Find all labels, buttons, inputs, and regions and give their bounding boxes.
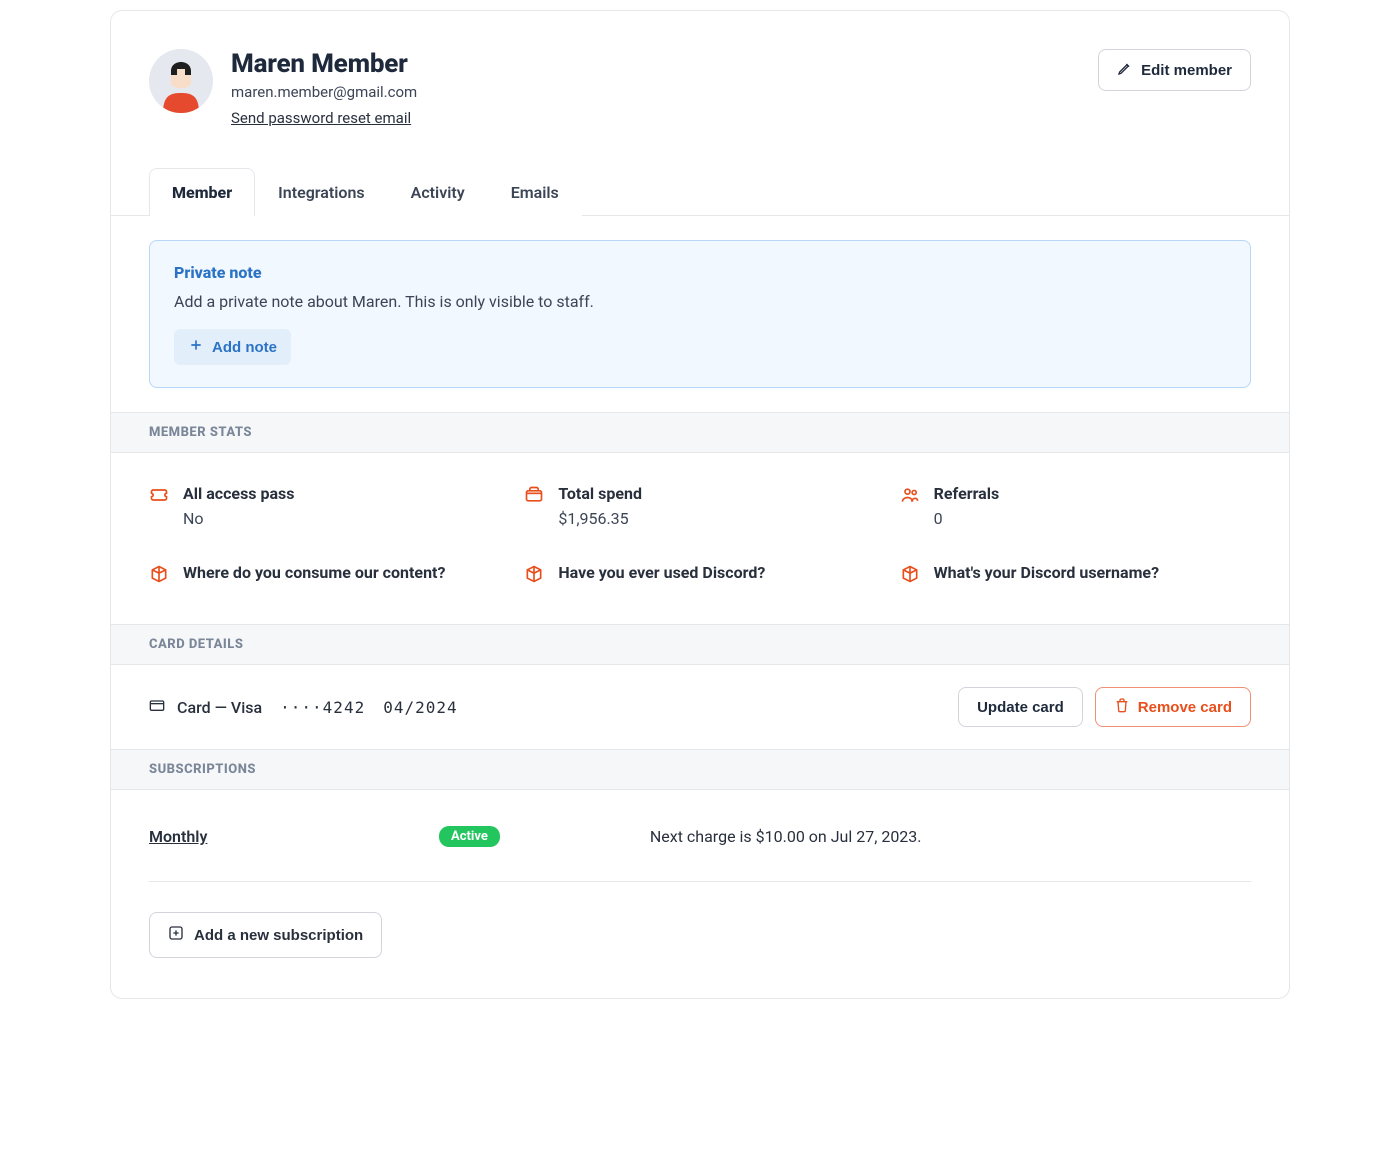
remove-card-label: Remove card <box>1138 699 1232 716</box>
member-card: Maren Member maren.member@gmail.com Send… <box>110 10 1290 999</box>
profile: Maren Member maren.member@gmail.com Send… <box>149 49 417 127</box>
header: Maren Member maren.member@gmail.com Send… <box>111 11 1289 147</box>
section-header-card: CARD DETAILS <box>111 624 1289 665</box>
send-password-reset-link[interactable]: Send password reset email <box>231 109 411 127</box>
card-details-row: Card — Visa ····4242 04/2024 Update card… <box>111 665 1289 749</box>
stat-referrals: Referrals 0 <box>900 483 1251 528</box>
add-note-label: Add note <box>212 339 277 356</box>
card-actions: Update card Remove card <box>958 687 1251 727</box>
subscriptions: Monthly Active Next charge is $10.00 on … <box>111 790 1289 998</box>
stat-label: Where do you consume our content? <box>183 562 445 584</box>
private-note-desc: Add a private note about Maren. This is … <box>174 292 1226 311</box>
stat-discord-username: What's your Discord username? <box>900 562 1251 588</box>
member-email: maren.member@gmail.com <box>231 83 417 101</box>
tabs: Member Integrations Activity Emails <box>111 167 1289 216</box>
cube-icon <box>149 564 169 588</box>
stat-consume-content: Where do you consume our content? <box>149 562 500 588</box>
section-header-subs: SUBSCRIPTIONS <box>111 749 1289 790</box>
tab-emails[interactable]: Emails <box>488 168 582 216</box>
private-note-box: Private note Add a private note about Ma… <box>149 240 1251 388</box>
stat-value: 0 <box>934 509 1000 528</box>
add-note-button[interactable]: Add note <box>174 329 291 365</box>
stat-total-spend: Total spend $1,956.35 <box>524 483 875 528</box>
update-card-button[interactable]: Update card <box>958 687 1083 727</box>
wallet-icon <box>524 485 544 509</box>
stat-value: No <box>183 509 294 528</box>
next-charge: Next charge is $10.00 on Jul 27, 2023. <box>650 827 922 846</box>
card-info: Card — Visa ····4242 04/2024 <box>149 697 458 717</box>
private-note-title: Private note <box>174 263 1226 282</box>
trash-icon <box>1114 697 1130 717</box>
add-subscription-button[interactable]: Add a new subscription <box>149 912 382 958</box>
stat-label: Total spend <box>558 483 642 505</box>
stat-all-access-pass: All access pass No <box>149 483 500 528</box>
update-card-label: Update card <box>977 699 1064 716</box>
member-name: Maren Member <box>231 49 417 79</box>
stat-label: What's your Discord username? <box>934 562 1159 584</box>
plus-icon <box>188 337 204 357</box>
card-expiry: 04/2024 <box>383 698 457 717</box>
card-text: Card — Visa <box>177 698 262 717</box>
stat-label: All access pass <box>183 483 294 505</box>
pencil-icon <box>1117 60 1133 80</box>
add-subscription-label: Add a new subscription <box>194 927 363 944</box>
remove-card-button[interactable]: Remove card <box>1095 687 1251 727</box>
tab-integrations[interactable]: Integrations <box>255 168 387 216</box>
edit-member-button[interactable]: Edit member <box>1098 49 1251 91</box>
card-icon <box>149 697 165 717</box>
tab-activity[interactable]: Activity <box>388 168 488 216</box>
status-badge: Active <box>439 826 500 847</box>
card-masked: ····4242 <box>280 698 365 717</box>
subscription-name[interactable]: Monthly <box>149 827 409 846</box>
subscription-row: Monthly Active Next charge is $10.00 on … <box>149 826 1251 882</box>
ticket-icon <box>149 485 169 509</box>
edit-member-label: Edit member <box>1141 62 1232 79</box>
stat-label: Referrals <box>934 483 1000 505</box>
users-icon <box>900 485 920 509</box>
section-header-stats: MEMBER STATS <box>111 412 1289 453</box>
stats-grid: All access pass No Total spend $1,956.35… <box>111 453 1289 624</box>
stat-value: $1,956.35 <box>558 509 642 528</box>
avatar <box>149 49 213 113</box>
cube-icon <box>900 564 920 588</box>
stat-label: Have you ever used Discord? <box>558 562 765 584</box>
tab-member[interactable]: Member <box>149 168 255 216</box>
profile-text: Maren Member maren.member@gmail.com Send… <box>231 49 417 127</box>
add-square-icon <box>168 925 184 945</box>
cube-icon <box>524 564 544 588</box>
stat-used-discord: Have you ever used Discord? <box>524 562 875 588</box>
